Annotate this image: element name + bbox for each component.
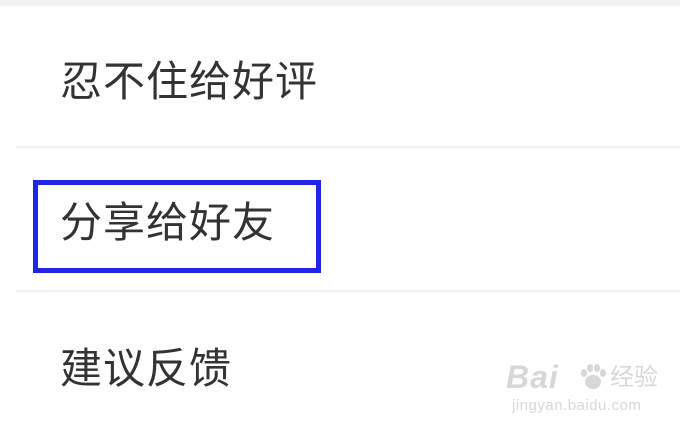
menu-item-rate[interactable]: 忍不住给好评 bbox=[0, 6, 680, 148]
watermark-url: jingyan.baidu.com bbox=[512, 397, 642, 414]
watermark-cn-text: 经验 bbox=[610, 364, 658, 391]
paw-icon bbox=[581, 364, 606, 389]
menu-item-label: 分享给好友 bbox=[60, 198, 276, 247]
menu-item-label: 忍不住给好评 bbox=[60, 57, 319, 106]
menu-item-label: 建议反馈 bbox=[60, 344, 233, 393]
watermark-logo-text: Bai bbox=[506, 359, 559, 395]
baidu-jingyan-watermark: Bai 经验 jingyan.baidu.com bbox=[506, 360, 666, 416]
menu-item-share[interactable]: 分享给好友 bbox=[0, 148, 680, 290]
